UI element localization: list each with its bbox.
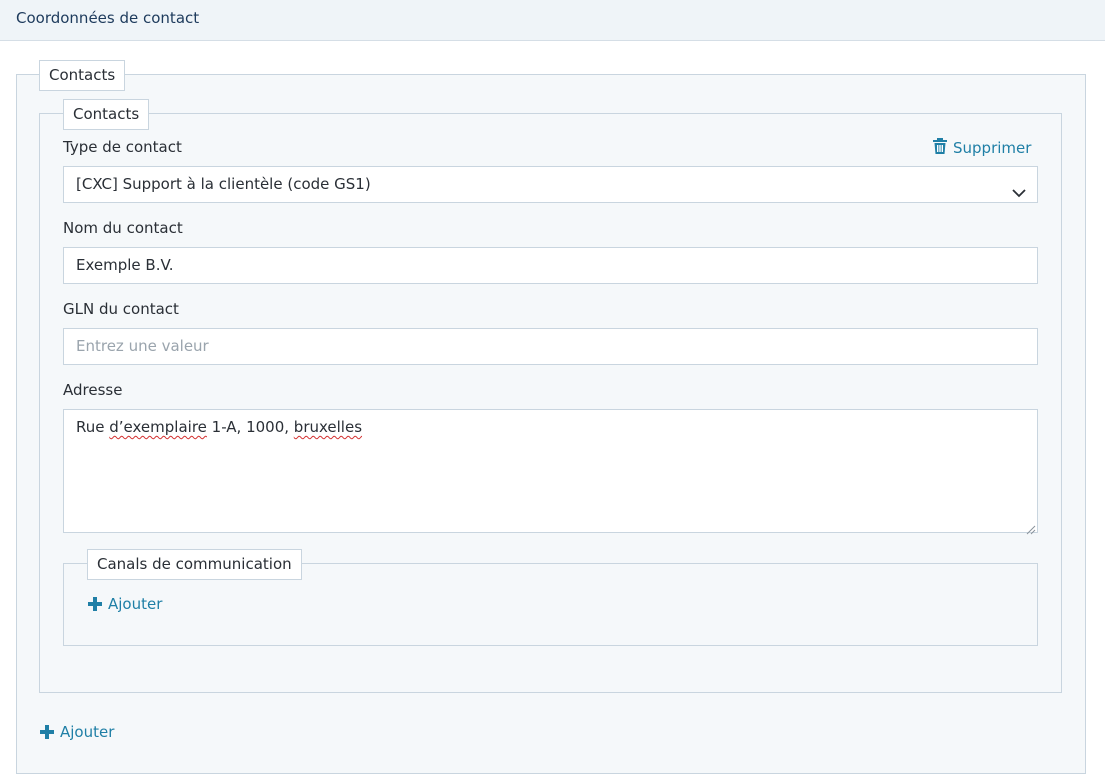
- plus-icon: [40, 724, 54, 740]
- address-text-2: d’exemplaire: [109, 418, 207, 436]
- trash-icon: [933, 138, 947, 158]
- contact-gln-label: GLN du contact: [63, 300, 179, 318]
- delete-contact-button[interactable]: Supprimer: [933, 138, 1031, 158]
- channels-group-legend: Canals de communication: [87, 549, 302, 580]
- add-channel-button[interactable]: Ajouter: [88, 595, 162, 613]
- contact-name-label: Nom du contact: [63, 219, 183, 237]
- add-contact-label: Ajouter: [60, 723, 115, 741]
- section-header: Coordonnées de contact: [0, 0, 1105, 41]
- contact-gln-field[interactable]: Entrez une valeur: [63, 328, 1038, 365]
- add-channel-label: Ajouter: [108, 595, 163, 613]
- address-label: Adresse: [63, 381, 123, 399]
- contact-type-value: [CXC] Support à la clientèle (code GS1): [76, 175, 371, 193]
- address-text-3: 1-A, 1000,: [206, 418, 294, 436]
- delete-label: Supprimer: [953, 139, 1032, 157]
- address-textarea[interactable]: Rue d’exemplaire 1-A, 1000, bruxelles: [63, 409, 1038, 535]
- contact-item-legend: Contacts: [63, 99, 150, 130]
- plus-icon: [88, 596, 102, 612]
- chevron-down-icon: [1011, 178, 1027, 198]
- contact-type-label: Type de contact: [63, 138, 182, 156]
- resize-handle-icon[interactable]: [1026, 521, 1036, 535]
- address-text-1: Rue: [76, 418, 110, 436]
- address-text-4: bruxelles: [293, 418, 363, 436]
- contacts-group-legend: Contacts: [39, 60, 126, 91]
- section-title: Coordonnées de contact: [16, 9, 200, 27]
- contact-name-field[interactable]: Exemple B.V.: [63, 247, 1038, 284]
- contact-type-select[interactable]: [CXC] Support à la clientèle (code GS1): [63, 166, 1038, 203]
- add-contact-button[interactable]: Ajouter: [40, 723, 114, 741]
